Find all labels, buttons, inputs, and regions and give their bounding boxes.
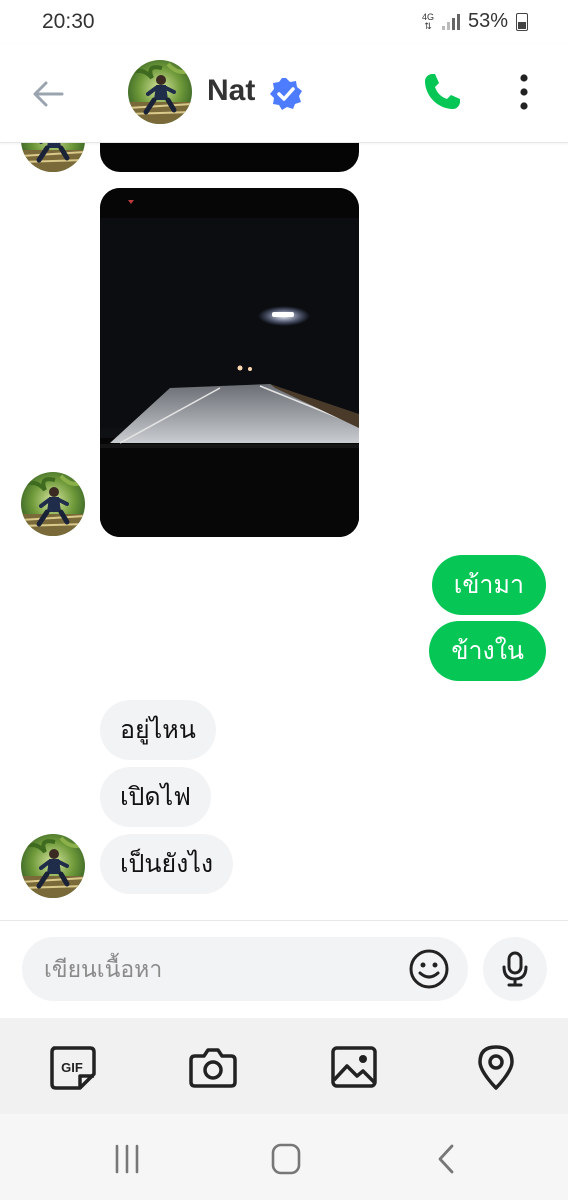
sender-avatar[interactable] xyxy=(21,472,85,536)
voice-message-button[interactable] xyxy=(483,937,547,1001)
microphone-icon xyxy=(502,951,528,987)
verified-badge-icon xyxy=(270,78,302,110)
recent-apps-icon[interactable] xyxy=(107,1142,147,1176)
status-icons: 4G ⇅ 53% xyxy=(422,10,528,33)
composer xyxy=(0,920,568,1019)
gif-label: GIF xyxy=(61,1060,83,1075)
signal-icon xyxy=(441,13,460,30)
message-input[interactable] xyxy=(42,937,406,1003)
incoming-message[interactable]: เป็นยังไง xyxy=(100,834,234,894)
gif-icon[interactable]: GIF xyxy=(48,1044,96,1090)
emoji-icon[interactable] xyxy=(408,948,450,990)
contact-avatar[interactable] xyxy=(128,60,192,124)
sender-avatar[interactable] xyxy=(21,142,85,172)
system-navigation-bar xyxy=(0,1114,568,1200)
incoming-message[interactable]: อยู่ไหน xyxy=(100,700,216,760)
outgoing-message[interactable]: เข้ามา xyxy=(431,555,546,615)
location-icon[interactable] xyxy=(472,1044,520,1090)
back-icon[interactable] xyxy=(426,1142,466,1176)
camera-icon[interactable] xyxy=(189,1044,237,1090)
status-time: 20:30 xyxy=(42,10,95,33)
data-arrows-icon: ⇅ xyxy=(424,20,432,31)
attachment-toolbar: GIF xyxy=(0,1018,568,1114)
outgoing-message[interactable]: ข้างใน xyxy=(429,621,546,681)
incoming-message[interactable]: เปิดไฟ xyxy=(100,767,211,827)
sender-avatar[interactable] xyxy=(21,834,85,898)
status-bar: 20:30 4G ⇅ 53% xyxy=(0,0,568,44)
video-message[interactable] xyxy=(100,142,359,172)
more-vertical-icon[interactable] xyxy=(510,72,538,112)
chat-header: Nat xyxy=(0,44,568,143)
message-input-box[interactable] xyxy=(22,937,468,1003)
video-thumbnail xyxy=(100,188,359,537)
image-icon[interactable] xyxy=(330,1044,378,1090)
contact-name[interactable]: Nat xyxy=(207,74,255,108)
battery-percent: 53% xyxy=(467,10,508,32)
network-indicator: 4G ⇅ xyxy=(422,12,434,31)
video-message[interactable] xyxy=(100,188,359,537)
chat-area[interactable]: เข้ามา ข้างใน อยู่ไหน เปิดไฟ เป็นยังไง xyxy=(0,142,568,920)
battery-icon xyxy=(516,12,528,31)
back-arrow-icon[interactable] xyxy=(28,74,68,114)
phone-icon[interactable] xyxy=(420,70,464,114)
home-icon[interactable] xyxy=(266,1142,306,1176)
